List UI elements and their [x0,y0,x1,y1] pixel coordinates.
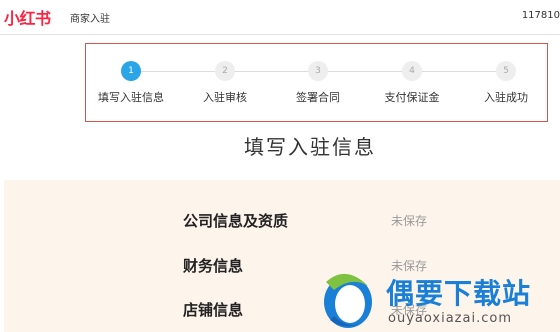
step-number-badge: 1 [121,61,141,81]
merchant-onboarding-label: 商家入驻 [70,14,110,25]
watermark: 偶要下载站 ouyaoxiazai.com [316,268,560,332]
page-title: 填写入驻信息 [244,135,376,159]
step-3[interactable]: 3 签署合同 [273,61,363,105]
step-number-badge: 5 [496,61,516,81]
step-label: 签署合同 [296,91,340,104]
section-title: 店铺信息 [183,301,244,319]
watermark-title: 偶要下载站 [386,277,532,310]
save-status: 未保存 [391,214,428,228]
account-id[interactable]: 117810 [522,10,560,21]
step-1[interactable]: 1 填写入驻信息 [86,61,176,105]
step-number-badge: 2 [215,61,235,81]
section-title: 财务信息 [183,257,244,275]
step-label: 填写入驻信息 [98,91,164,104]
step-4[interactable]: 4 支付保证金 [367,61,457,105]
step-5[interactable]: 5 入驻成功 [461,61,551,105]
section-title: 公司信息及资质 [183,212,289,230]
watermark-url: ouyaoxiazai.com [388,311,512,326]
step-2[interactable]: 2 入驻审核 [180,61,270,105]
step-number-badge: 4 [402,61,422,81]
step-label: 入驻审核 [203,91,247,104]
top-bar: 小红书 商家入驻 117810 [0,0,560,35]
section-company-info[interactable]: 公司信息及资质 未保存 [183,210,513,230]
step-number-badge: 3 [308,61,328,81]
step-label: 支付保证金 [384,91,440,104]
progress-steps: 1 填写入驻信息 2 入驻审核 3 签署合同 4 支付保证金 5 入驻成功 [85,43,548,122]
step-label: 入驻成功 [484,91,528,104]
xiaohongshu-logo[interactable]: 小红书 [4,5,51,29]
watermark-logo-icon [324,273,372,328]
